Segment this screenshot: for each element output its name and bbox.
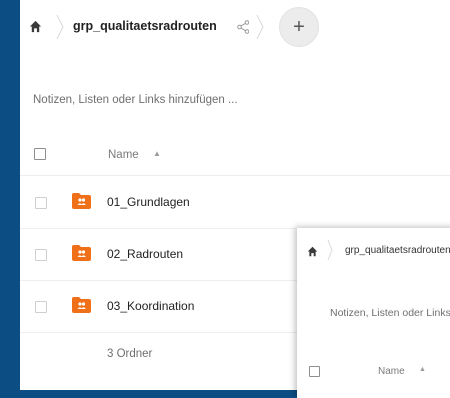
shared-folder-icon	[72, 193, 91, 209]
file-name[interactable]: 01_Grundlagen	[107, 195, 190, 209]
row-checkbox[interactable]	[35, 197, 47, 209]
file-name[interactable]: 03_Koordination	[107, 299, 194, 313]
file-name[interactable]: 02_Radrouten	[107, 247, 183, 261]
breadcrumb-folder[interactable]: grp_qualitaetsradrouten	[73, 19, 217, 33]
select-all-checkbox[interactable]	[34, 148, 46, 160]
overlay-breadcrumb-folder: grp_qualitaetsradrouten	[345, 245, 450, 256]
home-icon[interactable]	[29, 20, 42, 33]
folder-count: 3 Ordner	[107, 348, 153, 360]
table-row[interactable]: 01_Grundlagen	[20, 176, 450, 229]
breadcrumb-separator-icon	[56, 14, 64, 40]
overlay-column-name: Name	[378, 366, 405, 377]
add-label: +	[293, 16, 305, 38]
breadcrumb: grp_qualitaetsradrouten +	[20, 0, 450, 56]
share-icon[interactable]	[237, 20, 249, 34]
sort-ascending-icon: ▲	[153, 149, 161, 158]
overlay-notes-text: Notizen, Listen oder Links hinzufügen ..…	[330, 307, 450, 319]
home-icon	[307, 246, 318, 257]
breadcrumb-separator-icon	[327, 239, 333, 261]
sort-ascending-icon: ▲	[419, 366, 426, 373]
shared-folder-icon	[72, 297, 91, 313]
overlay-screenshot: grp_qualitaetsradrouten Notizen, Listen …	[297, 228, 450, 398]
row-checkbox[interactable]	[35, 301, 47, 313]
row-checkbox[interactable]	[35, 249, 47, 261]
add-new-button[interactable]: +	[279, 7, 319, 47]
table-header: Name ▲	[20, 125, 450, 176]
overlay-select-all-checkbox	[309, 366, 320, 377]
notes-input[interactable]: Notizen, Listen oder Links hinzufügen ..…	[33, 94, 238, 106]
column-name-header[interactable]: Name	[108, 149, 139, 161]
shared-folder-icon	[72, 245, 91, 261]
breadcrumb-separator-icon	[256, 14, 264, 40]
